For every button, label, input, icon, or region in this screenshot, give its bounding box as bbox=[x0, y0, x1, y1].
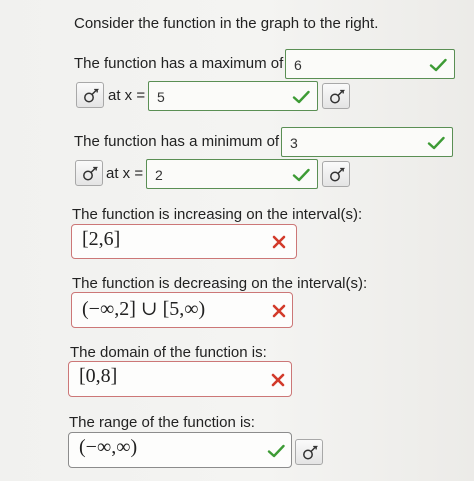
checkmark-icon bbox=[292, 168, 310, 182]
math-editor-button[interactable] bbox=[295, 439, 323, 465]
maximum-value-field[interactable]: 6 bbox=[285, 49, 455, 79]
math-editor-icon bbox=[328, 89, 346, 105]
math-editor-icon bbox=[328, 167, 346, 183]
math-editor-icon bbox=[82, 88, 100, 104]
checkmark-icon bbox=[429, 58, 447, 72]
x-mark-icon bbox=[272, 235, 286, 249]
range-prompt: The range of the function is: bbox=[69, 414, 255, 431]
checkmark-icon bbox=[292, 90, 310, 104]
minimum-value: 3 bbox=[290, 135, 298, 151]
minimum-x-field[interactable]: 2 bbox=[146, 159, 318, 189]
domain-answer-field[interactable]: [0,8] bbox=[68, 361, 292, 397]
checkmark-icon bbox=[267, 444, 285, 458]
intro-text: Consider the function in the graph to th… bbox=[74, 15, 379, 32]
maximum-x-field[interactable]: 5 bbox=[148, 81, 318, 111]
x-mark-icon bbox=[271, 373, 285, 387]
domain-prompt: The domain of the function is: bbox=[70, 344, 267, 361]
increasing-prompt: The function is increasing on the interv… bbox=[72, 206, 363, 223]
minimum-prompt: The function has a minimum of bbox=[74, 133, 280, 150]
maximum-x-value: 5 bbox=[157, 89, 165, 105]
math-editor-button[interactable] bbox=[322, 161, 350, 187]
decreasing-answer: (−∞,2] ∪ [5,∞) bbox=[82, 298, 206, 320]
x-mark-icon bbox=[272, 304, 286, 318]
math-editor-icon bbox=[301, 445, 319, 461]
decreasing-answer-field[interactable]: (−∞,2] ∪ [5,∞) bbox=[71, 292, 293, 328]
checkmark-icon bbox=[427, 136, 445, 150]
increasing-answer-field[interactable]: [2,6] bbox=[71, 224, 297, 259]
minimum-x-value: 2 bbox=[155, 167, 163, 183]
math-editor-icon bbox=[81, 166, 99, 182]
minimum-value-field[interactable]: 3 bbox=[281, 127, 453, 157]
decreasing-prompt: The function is decreasing on the interv… bbox=[72, 275, 368, 292]
maximum-at-label: at x = bbox=[108, 87, 146, 104]
range-answer-field[interactable]: (−∞,∞) bbox=[68, 432, 292, 468]
maximum-prompt: The function has a maximum of bbox=[74, 55, 284, 72]
math-editor-button[interactable] bbox=[76, 82, 104, 108]
domain-answer: [0,8] bbox=[79, 365, 118, 387]
minimum-at-label: at x = bbox=[106, 165, 144, 182]
range-answer: (−∞,∞) bbox=[79, 436, 138, 458]
maximum-value: 6 bbox=[294, 57, 302, 73]
increasing-answer: [2,6] bbox=[82, 228, 121, 250]
math-editor-button[interactable] bbox=[75, 160, 103, 186]
math-editor-button[interactable] bbox=[322, 83, 350, 109]
